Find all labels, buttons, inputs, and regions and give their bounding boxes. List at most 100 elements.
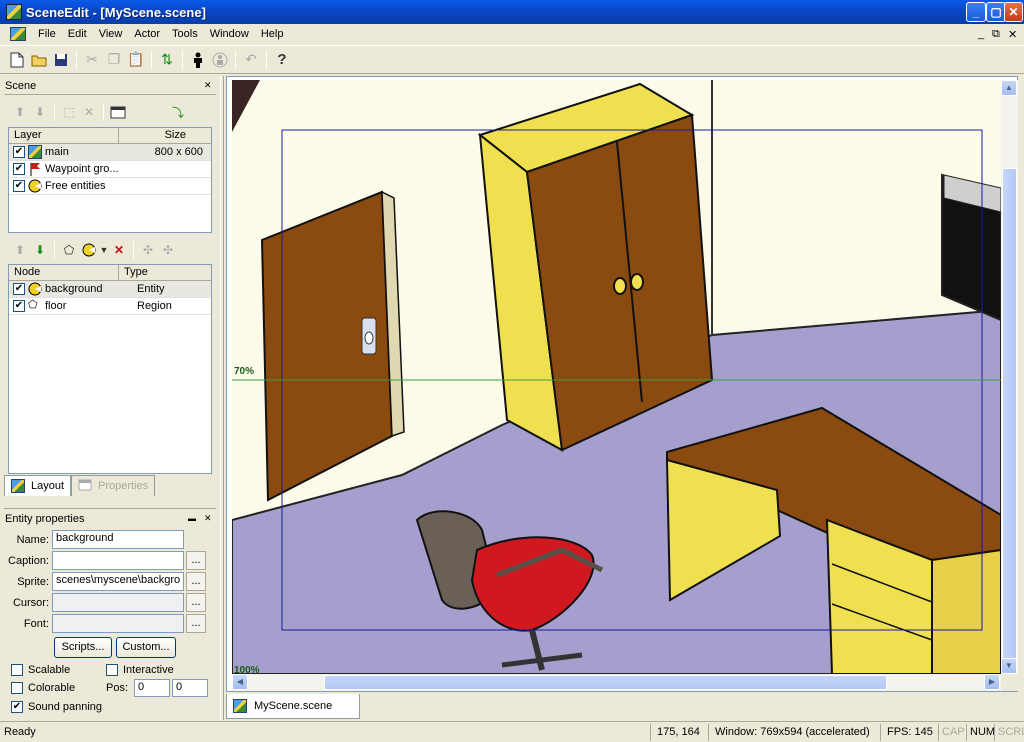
horizontal-scroll-thumb[interactable] (324, 675, 887, 690)
sound-panning-checkbox[interactable]: ✔ (11, 701, 23, 713)
paste-icon[interactable]: 📋 (125, 49, 147, 71)
colorable-option[interactable]: Colorable (11, 679, 75, 697)
pos-y-field[interactable]: 0 (172, 679, 209, 697)
menu-help[interactable]: Help (255, 26, 290, 42)
cursor-field[interactable] (52, 593, 184, 612)
move-down-icon[interactable]: ⬇ (30, 102, 50, 122)
menu-tools[interactable]: Tools (166, 26, 204, 42)
name-field[interactable]: background (52, 530, 184, 549)
scalable-checkbox[interactable] (11, 664, 23, 676)
column-node[interactable]: Node (9, 265, 119, 280)
delete-layer-icon[interactable]: ✕ (79, 102, 99, 122)
new-layer-icon[interactable]: ⬚ (59, 102, 79, 122)
title-bar[interactable]: SceneEdit - [MyScene.scene] _ ▢ ✕ (0, 0, 1024, 24)
entity-icon (28, 282, 42, 296)
open-icon[interactable] (28, 49, 50, 71)
scale-marker-bottom[interactable]: 100% (234, 665, 260, 674)
dropdown-arrow-icon[interactable]: ▼ (99, 240, 109, 260)
node-visible-checkbox[interactable]: ✔ (13, 283, 25, 295)
scroll-right-button[interactable]: ▶ (984, 674, 1000, 690)
font-browse-button[interactable]: ... (186, 614, 206, 633)
actor-disabled-icon[interactable] (209, 49, 231, 71)
cut-icon[interactable]: ✂ (81, 49, 103, 71)
document-tab[interactable]: MyScene.scene (226, 694, 360, 719)
copy-icon[interactable]: ❐ (103, 49, 125, 71)
tab-properties[interactable]: Properties (71, 475, 156, 496)
collapse-icon[interactable]: ▬ (188, 514, 196, 523)
scene-canvas[interactable]: 70% 100% (232, 80, 1001, 674)
splitter[interactable] (220, 76, 224, 720)
node-row-background[interactable]: ✔ background Entity (9, 281, 211, 298)
menu-window[interactable]: Window (204, 26, 255, 42)
layer-row-main[interactable]: ✔ main 800 x 600 (9, 144, 211, 161)
interactive-checkbox[interactable] (106, 664, 118, 676)
scroll-up-button[interactable]: ▲ (1001, 80, 1017, 96)
menu-file[interactable]: File (32, 26, 62, 42)
scripts-button[interactable]: Scripts... (54, 637, 112, 658)
mdi-minimize-button[interactable]: _ (978, 28, 984, 40)
node-move-up-icon[interactable]: ⬆ (10, 240, 30, 260)
refresh-icon[interactable]: ⇅ (156, 49, 178, 71)
sprite-browse-button[interactable]: ... (186, 572, 206, 591)
close-button[interactable]: ✕ (1004, 2, 1023, 22)
tab-layout[interactable]: Layout (4, 475, 72, 496)
actor-icon[interactable] (187, 49, 209, 71)
cursor-row: Cursor: ... (2, 592, 206, 613)
panel-close-icon[interactable]: ✕ (204, 513, 212, 524)
node-move-down-icon[interactable]: ⬇ (30, 240, 50, 260)
layer-row-free-entities[interactable]: ✔ Free entities (9, 178, 211, 195)
name-row: Name: background (2, 529, 184, 550)
menu-bar: File Edit View Actor Tools Window Help (0, 24, 1024, 44)
maximize-button[interactable]: ▢ (986, 2, 1006, 22)
pos-x-field[interactable]: 0 (134, 679, 171, 697)
cursor-browse-button[interactable]: ... (186, 593, 206, 612)
main-toolbar: ✂ ❐ 📋 ⇅ ↶ ? (0, 45, 1024, 74)
remove-point-icon[interactable]: ✣ (158, 240, 178, 260)
panel-close-icon[interactable]: ✕ (204, 80, 212, 91)
add-region-icon[interactable]: ⬠ (59, 240, 79, 260)
colorable-checkbox[interactable] (11, 682, 23, 694)
scroll-down-button[interactable]: ▼ (1001, 658, 1017, 674)
sprite-field[interactable]: scenes\myscene\backgro (52, 572, 184, 591)
vertical-scroll-thumb[interactable] (1002, 168, 1017, 666)
layer-name: Free entities (45, 180, 106, 192)
save-icon[interactable] (50, 49, 72, 71)
menu-view[interactable]: View (93, 26, 129, 42)
help-icon[interactable]: ? (271, 49, 293, 71)
mdi-restore-button[interactable]: ⧉ (992, 28, 1000, 41)
vertical-scrollbar[interactable]: ▲ ▼ (1001, 80, 1018, 674)
new-icon[interactable] (6, 49, 28, 71)
minimize-button[interactable]: _ (966, 2, 986, 22)
layer-visible-checkbox[interactable]: ✔ (13, 180, 25, 192)
add-layer-icon[interactable]: ⤵ (168, 102, 188, 122)
caption-browse-button[interactable]: ... (186, 551, 206, 570)
add-point-icon[interactable]: ✣ (138, 240, 158, 260)
column-type[interactable]: Type (119, 265, 191, 280)
node-row-floor[interactable]: ✔ ⬠ floor Region (9, 298, 211, 315)
delete-node-icon[interactable]: ✕ (109, 240, 129, 260)
node-visible-checkbox[interactable]: ✔ (13, 300, 25, 312)
scroll-left-button[interactable]: ◀ (232, 674, 248, 690)
sound-panning-option[interactable]: ✔ Sound panning (11, 698, 102, 716)
scale-marker-top[interactable]: 70% (234, 366, 254, 377)
layer-properties-icon[interactable] (108, 102, 128, 122)
undo-icon[interactable]: ↶ (240, 49, 262, 71)
scalable-option[interactable]: Scalable (11, 661, 70, 679)
custom-button[interactable]: Custom... (116, 637, 176, 658)
menu-edit[interactable]: Edit (62, 26, 93, 42)
caption-field[interactable] (52, 551, 184, 570)
horizontal-scrollbar[interactable]: ◀ ▶ (232, 674, 1001, 691)
interactive-option[interactable]: Interactive (106, 661, 174, 679)
font-field[interactable] (52, 614, 184, 633)
move-up-icon[interactable]: ⬆ (10, 102, 30, 122)
mdi-close-button[interactable]: ✕ (1008, 28, 1017, 41)
menu-actor[interactable]: Actor (128, 26, 166, 42)
layer-visible-checkbox[interactable]: ✔ (13, 163, 25, 175)
layer-row-waypoint[interactable]: ✔ Waypoint gro... (9, 161, 211, 178)
column-size[interactable]: Size (119, 128, 191, 143)
column-layer[interactable]: Layer (9, 128, 119, 143)
add-entity-icon[interactable] (79, 240, 99, 260)
document-icon[interactable] (10, 27, 26, 41)
document-tab-label: MyScene.scene (254, 700, 333, 712)
layer-visible-checkbox[interactable]: ✔ (13, 146, 25, 158)
